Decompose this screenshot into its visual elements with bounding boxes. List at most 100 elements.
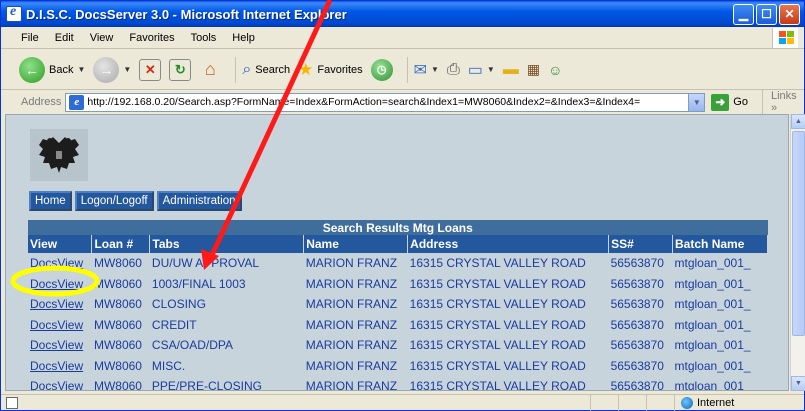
column-header-address[interactable]: Address <box>407 235 610 253</box>
mail-button[interactable]: ✉ ▼ <box>414 60 439 80</box>
print-button[interactable]: ⎙ <box>447 61 460 79</box>
batch-name: mtgloan_001_ <box>674 297 751 312</box>
batch-name: mtgloan_001_ <box>674 379 751 391</box>
ie-icon <box>6 4 22 22</box>
page-icon: e <box>69 94 85 110</box>
chevron-down-icon[interactable]: ▼ <box>431 65 439 74</box>
research-button[interactable]: ▦ <box>527 61 540 78</box>
edit-button[interactable]: ▭ ▼ <box>468 60 495 80</box>
messenger-button[interactable]: ☺ <box>548 62 562 78</box>
menu-view[interactable]: View <box>82 32 122 44</box>
forward-button[interactable]: → ▼ <box>93 56 131 83</box>
batch-name: mtgloan_001_ <box>674 276 751 291</box>
minimize-button[interactable]: ▁ <box>733 3 754 25</box>
address-label: Address <box>21 96 62 108</box>
column-header-tabs[interactable]: Tabs <box>149 235 305 253</box>
links-button[interactable]: Links » <box>761 90 804 114</box>
refresh-button[interactable]: ↻ <box>169 58 192 81</box>
scroll-up-icon[interactable]: ▲ <box>791 114 805 129</box>
table-row: DocsView MW8060 DU/UW APPROVAL MARION FRANZ… <box>28 253 768 274</box>
close-button[interactable]: ✕ <box>779 3 800 25</box>
folder-button[interactable]: ▬ <box>503 61 519 79</box>
property-address: 16315 CRYSTAL VALLEY ROAD <box>409 276 586 291</box>
scroll-down-icon[interactable]: ▼ <box>791 376 805 391</box>
batch-name: mtgloan_001_ <box>674 256 751 271</box>
toolbar-separator <box>235 56 237 83</box>
double-headed-eagle-icon <box>39 137 79 173</box>
history-button[interactable]: ◷ <box>370 58 393 81</box>
toolbar-separator <box>406 56 408 83</box>
tab-name: CSA/OAD/DPA <box>151 338 234 353</box>
maximize-button[interactable]: ☐ <box>756 3 777 25</box>
page-content: Home Logon/Logoff Administration Search … <box>5 114 789 391</box>
column-header-batch[interactable]: Batch Name <box>672 235 768 253</box>
messenger-icon: ☺ <box>548 61 563 78</box>
table-row: DocsView MW8060 CREDIT MARION FRANZ 16315 CR… <box>28 315 768 336</box>
window-title: D.I.S.C. DocsServer 3.0 - Microsoft Inte… <box>26 6 347 22</box>
chevron-down-icon[interactable]: ▼ <box>688 93 705 111</box>
table-row: DocsView MW8060 MISC. MARION FRANZ 16315 CRY… <box>28 356 768 377</box>
menu-tools[interactable]: Tools <box>183 32 225 44</box>
menu-edit[interactable]: Edit <box>47 32 82 44</box>
chevron-down-icon[interactable]: ▼ <box>77 65 85 74</box>
menu-favorites[interactable]: Favorites <box>121 32 182 44</box>
ssn: 56563870 <box>610 358 664 373</box>
vertical-scrollbar[interactable]: ▲ ▼ <box>790 114 805 391</box>
go-label: Go <box>733 96 748 108</box>
menu-help[interactable]: Help <box>224 32 263 44</box>
back-button[interactable]: ← Back ▼ <box>19 56 85 83</box>
loan-number: MW8060 <box>93 338 142 353</box>
borrower-name: MARION FRANZ <box>305 338 398 353</box>
loan-number: MW8060 <box>93 358 142 373</box>
chevron-down-icon[interactable]: ▼ <box>487 65 495 74</box>
borrower-name: MARION FRANZ <box>305 256 398 271</box>
standard-toolbar: ← Back ▼ → ▼ ✕ ↻ ⌂ ⌕ Search ★ Favorites … <box>1 50 804 90</box>
address-url[interactable]: http://192.168.0.20/Search.asp?FormName=… <box>87 96 640 108</box>
table-row: DocsView MW8060 PPE/PRE-CLOSING MARION FRAN… <box>28 376 768 391</box>
table-row: DocsView MW8060 CLOSING MARION FRANZ 16315 C… <box>28 294 768 315</box>
history-icon: ◷ <box>370 58 393 81</box>
stop-button[interactable]: ✕ <box>139 58 162 81</box>
docsview-link[interactable]: DocsView <box>28 376 92 390</box>
menu-file[interactable]: File <box>1 32 47 44</box>
tab-name: PPE/PRE-CLOSING <box>151 379 262 391</box>
loan-number: MW8060 <box>93 276 142 291</box>
tab-name: CLOSING <box>151 297 206 312</box>
home-nav-button[interactable]: Home <box>29 191 72 211</box>
docsview-link[interactable]: DocsView <box>28 294 92 315</box>
home-button[interactable]: ⌂ <box>199 59 221 81</box>
docsview-link[interactable]: DocsView <box>28 253 92 274</box>
administration-button[interactable]: Administration <box>156 191 242 211</box>
borrower-name: MARION FRANZ <box>305 317 398 332</box>
page-status-icon <box>6 397 18 409</box>
column-header-loan[interactable]: Loan # <box>91 235 151 253</box>
tab-name: CREDIT <box>151 317 197 332</box>
column-header-view[interactable]: View <box>28 235 93 253</box>
address-input[interactable]: e http://192.168.0.20/Search.asp?FormNam… <box>65 92 706 112</box>
chevron-down-icon[interactable]: ▼ <box>123 65 131 74</box>
favorites-button[interactable]: ★ Favorites <box>298 60 363 80</box>
results-header-row: View Loan # Tabs Name Address SS# Batch … <box>28 235 768 253</box>
back-arrow-icon: ← <box>19 56 45 83</box>
scroll-thumb[interactable] <box>792 131 805 336</box>
favorites-label: Favorites <box>317 63 363 76</box>
docsview-link[interactable]: DocsView <box>28 335 92 356</box>
site-nav: Home Logon/Logoff Administration <box>29 191 242 211</box>
ssn: 56563870 <box>610 297 664 312</box>
tab-name: MISC. <box>151 358 186 373</box>
logon-logoff-button[interactable]: Logon/Logoff <box>74 191 154 211</box>
column-header-name[interactable]: Name <box>303 235 409 253</box>
search-button[interactable]: ⌕ Search <box>242 61 290 79</box>
property-address: 16315 CRYSTAL VALLEY ROAD <box>409 297 586 312</box>
windows-logo-icon <box>772 28 798 48</box>
menu-bar: File Edit View Favorites Tools Help <box>1 27 804 49</box>
go-button[interactable]: ➜ Go <box>711 93 748 111</box>
property-address: 16315 CRYSTAL VALLEY ROAD <box>409 358 586 373</box>
property-address: 16315 CRYSTAL VALLEY ROAD <box>409 338 586 353</box>
docsview-link[interactable]: DocsView <box>28 356 92 377</box>
docsview-link[interactable]: DocsView <box>28 315 92 336</box>
docsview-link[interactable]: DocsView <box>28 274 92 295</box>
stop-icon: ✕ <box>139 58 162 81</box>
column-header-ss[interactable]: SS# <box>608 235 674 253</box>
borrower-name: MARION FRANZ <box>305 297 398 312</box>
